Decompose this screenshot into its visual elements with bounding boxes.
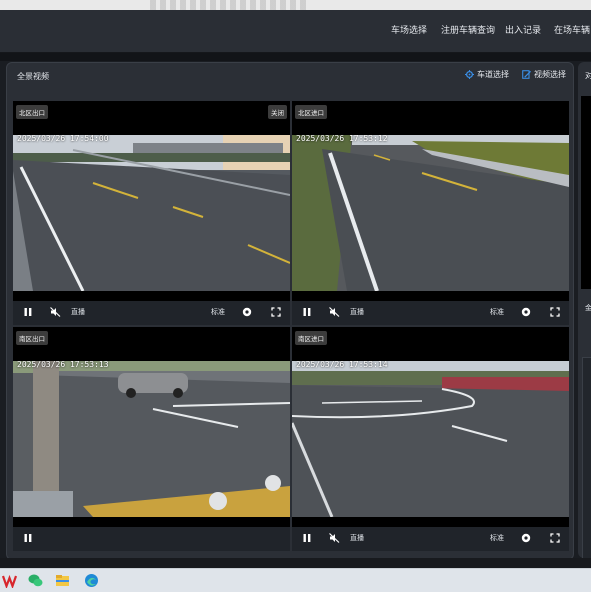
- snapshot-button[interactable]: [242, 307, 252, 317]
- camera-lens-icon: [521, 307, 531, 317]
- pause-button[interactable]: [23, 533, 33, 543]
- fullscreen-icon: [271, 307, 281, 317]
- top-navigation-bar: 车场选择 注册车辆查询 出入记录 在场车辆: [0, 10, 591, 53]
- nav-access-records[interactable]: 出入记录: [505, 10, 541, 52]
- close-camera-button[interactable]: 关闭: [268, 105, 287, 119]
- fullscreen-button[interactable]: [550, 533, 560, 543]
- quality-select[interactable]: 标准: [211, 307, 225, 317]
- fullscreen-icon: [550, 307, 560, 317]
- edit-icon: [522, 70, 531, 79]
- video-control-bar: 直播 标准: [292, 527, 569, 551]
- right-panel-box: [582, 357, 591, 560]
- video-select-label: 视频选择: [534, 70, 566, 79]
- video-timestamp: 2025/03/26 17:53:12: [296, 134, 388, 143]
- video-feed[interactable]: [13, 135, 290, 291]
- right-panel-title: 对: [585, 71, 591, 80]
- right-panel-label: 金: [585, 304, 591, 312]
- camera-lens-icon: [242, 307, 252, 317]
- camera-tile-north-entrance[interactable]: 2025/03/26 17:53:12 北区进口 直播 标准: [292, 101, 569, 325]
- wechat-icon[interactable]: [28, 573, 43, 588]
- quality-select[interactable]: 标准: [490, 307, 504, 317]
- file-explorer-icon[interactable]: [55, 573, 70, 588]
- camera-name-badge: 南区出口: [16, 331, 48, 345]
- live-label[interactable]: 直播: [71, 307, 85, 317]
- pause-button[interactable]: [23, 307, 33, 317]
- nav-registered-vehicle-query[interactable]: 注册车辆查询: [441, 10, 495, 52]
- video-select-button[interactable]: 视频选择: [522, 69, 566, 80]
- mute-button[interactable]: [50, 307, 61, 317]
- video-feed[interactable]: [13, 361, 290, 517]
- panorama-video-panel: 全景视频 车道选择 视频选择 2025/03/26 17:54:00 北区出口 …: [6, 62, 574, 560]
- fullscreen-icon: [550, 533, 560, 543]
- video-control-bar: 直播 标准: [13, 301, 290, 325]
- live-label[interactable]: 直播: [350, 307, 364, 317]
- wps-icon[interactable]: [2, 573, 17, 588]
- camera-lens-icon: [521, 533, 531, 543]
- mute-icon: [329, 307, 340, 317]
- pause-icon: [303, 534, 311, 542]
- os-taskbar: [0, 568, 591, 592]
- nav-parking-lot-select[interactable]: 车场选择: [391, 10, 427, 52]
- edge-icon[interactable]: [84, 573, 99, 588]
- video-control-bar: [13, 527, 290, 551]
- lane-select-button[interactable]: 车道选择: [465, 69, 509, 80]
- right-side-panel: 对 金: [578, 62, 591, 560]
- camera-tile-south-exit[interactable]: 2025/03/26 17:53:13 南区出口: [13, 327, 290, 551]
- nav-vehicles-on-site[interactable]: 在场车辆: [554, 10, 590, 52]
- pause-icon: [24, 534, 32, 542]
- gear-icon: [465, 70, 474, 79]
- mute-button[interactable]: [329, 307, 340, 317]
- video-feed[interactable]: [292, 361, 569, 517]
- fullscreen-button[interactable]: [271, 307, 281, 317]
- camera-tile-south-entrance[interactable]: 2025/03/26 17:53:14 南区进口 直播 标准: [292, 327, 569, 551]
- video-frame: [13, 135, 290, 291]
- video-frame: [292, 135, 569, 291]
- pause-button[interactable]: [302, 307, 312, 317]
- quality-select[interactable]: 标准: [490, 533, 504, 543]
- video-timestamp: 2025/03/26 17:53:14: [296, 360, 388, 369]
- video-timestamp: 2025/03/26 17:53:13: [17, 360, 109, 369]
- pause-icon: [24, 308, 32, 316]
- panel-title: 全景视频: [17, 72, 49, 81]
- camera-name-badge: 南区进口: [295, 331, 327, 345]
- pause-icon: [303, 308, 311, 316]
- video-timestamp: 2025/03/26 17:54:00: [17, 134, 109, 143]
- fullscreen-button[interactable]: [550, 307, 560, 317]
- video-frame: [292, 361, 569, 517]
- mute-button[interactable]: [329, 533, 340, 543]
- snapshot-button[interactable]: [521, 533, 531, 543]
- pause-button[interactable]: [302, 533, 312, 543]
- camera-name-badge: 北区出口: [16, 105, 48, 119]
- lane-select-label: 车道选择: [477, 70, 509, 79]
- video-control-bar: 直播 标准: [292, 301, 569, 325]
- window-top-strip: [0, 0, 591, 10]
- video-frame: [13, 361, 290, 517]
- snapshot-button[interactable]: [521, 307, 531, 317]
- header-gap: [0, 53, 591, 61]
- mute-icon: [329, 533, 340, 543]
- camera-name-badge: 北区进口: [295, 105, 327, 119]
- camera-tile-north-exit[interactable]: 2025/03/26 17:54:00 北区出口 关闭 直播 标准: [13, 101, 290, 325]
- right-panel-video: [581, 96, 591, 289]
- video-feed[interactable]: [292, 135, 569, 291]
- live-label[interactable]: 直播: [350, 533, 364, 543]
- bottom-strip: [0, 558, 591, 568]
- mute-icon: [50, 307, 61, 317]
